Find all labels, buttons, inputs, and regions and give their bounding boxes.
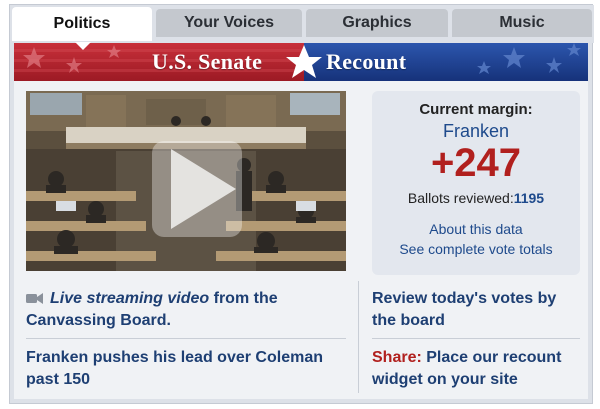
banner-title-right: Recount (326, 49, 407, 74)
video-player[interactable] (26, 91, 346, 271)
headline-link[interactable]: Franken pushes his lead over Coleman pas… (26, 347, 356, 391)
flag-banner-graphic (14, 43, 588, 81)
divider-left (26, 338, 346, 339)
tab-politics[interactable]: Politics (12, 7, 152, 41)
banner: U.S. Senate Recount (14, 43, 588, 81)
complete-vote-totals-link[interactable]: See complete vote totals (372, 241, 580, 257)
divider-right (372, 338, 580, 339)
current-margin-box: Current margin: Franken +247 Ballots rev… (372, 91, 580, 275)
recount-widget: Politics Your Voices Graphics Music U.S.… (9, 4, 594, 404)
caption-italic: Live streaming video (50, 290, 210, 307)
ballots-reviewed: Ballots reviewed:1195 (372, 190, 580, 206)
tab-your-voices[interactable]: Your Voices (156, 9, 302, 37)
margin-leader-name: Franken (442, 121, 510, 141)
review-votes-link[interactable]: Review today's votes by the board (372, 288, 584, 332)
tab-bar: Politics Your Voices Graphics Music (10, 5, 594, 43)
video-camera-icon (26, 293, 43, 304)
tab-music[interactable]: Music (452, 9, 592, 37)
about-data-link[interactable]: About this data (372, 221, 580, 237)
ballots-reviewed-label: Ballots reviewed: (407, 190, 514, 206)
ballots-reviewed-count: 1195 (513, 190, 545, 206)
video-thumbnail (26, 91, 346, 271)
video-caption-link[interactable]: Live streaming video from the Canvassing… (26, 288, 346, 332)
margin-value: +247 (430, 141, 522, 185)
content-panel: Current margin: Franken +247 Ballots rev… (14, 81, 588, 399)
tab-graphics[interactable]: Graphics (306, 9, 448, 37)
divider-vertical (358, 281, 359, 393)
share-widget-link[interactable]: Share: Place our recount widget on your … (372, 347, 584, 391)
banner-title-left: U.S. Senate (152, 49, 263, 74)
margin-title: Current margin: (419, 101, 533, 118)
active-tab-pointer (75, 42, 91, 50)
share-label: Share: (372, 349, 422, 366)
